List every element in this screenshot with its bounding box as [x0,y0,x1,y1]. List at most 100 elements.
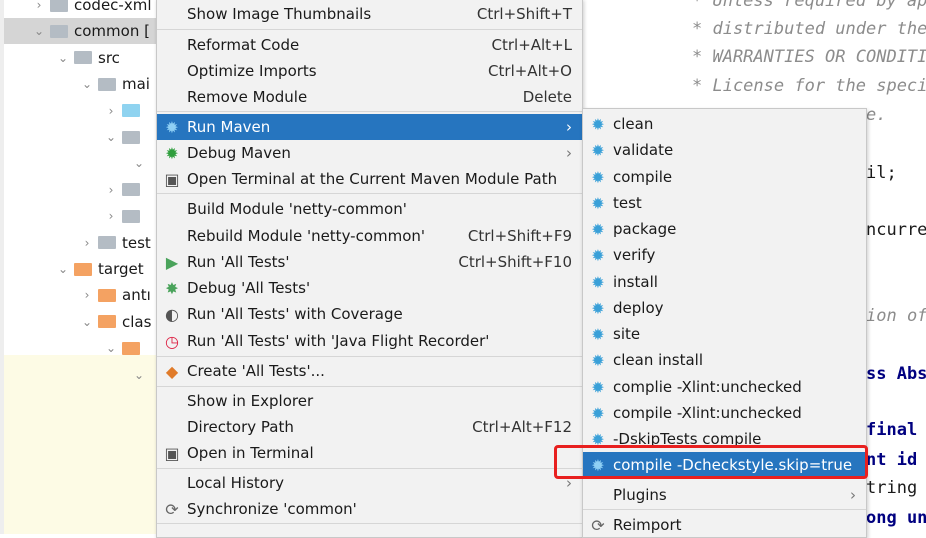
menu-item-label: Run 'All Tests' with 'Java Flight Record… [187,332,490,350]
folder-icon [98,77,116,91]
menu-item[interactable]: ✹ compile [583,164,866,190]
create-config-icon: ◆ [165,361,179,381]
code-line: * Unless required by app [692,0,926,11]
tree-item[interactable]: › test [4,230,164,256]
code-line: ss Abs [866,364,926,384]
menu-item[interactable]: ⟳ Reimport [583,512,866,538]
tree-item[interactable]: ⌄ [4,150,164,176]
menu-item[interactable]: Plugins › [583,482,866,508]
menu-separator [583,509,866,510]
chevron-right-icon: › [566,118,572,136]
tree-item[interactable]: › codec-xml [4,0,164,18]
folder-icon [98,236,116,250]
code-line: il; [866,163,897,183]
menu-item[interactable]: ⟳ Synchronize 'common' [157,496,582,522]
folder-icon [122,341,140,355]
menu-item[interactable]: ◷ Run 'All Tests' with 'Java Flight Recor… [157,328,582,354]
code-line: final [866,420,918,440]
chevron-down-icon[interactable]: ⌄ [80,77,94,91]
tree-item[interactable]: ⌄ [4,124,164,150]
chevron-down-icon[interactable]: ⌄ [56,262,70,276]
shortcut: Ctrl+Shift+T [476,5,572,23]
menu-item[interactable]: ✸ Debug 'All Tests' [157,275,582,301]
chevron-down-icon[interactable]: ⌄ [32,24,46,38]
menu-item-label: verify [613,246,656,264]
menu-item[interactable]: ✹ validate [583,137,866,163]
menu-item[interactable]: Show Image Thumbnails Ctrl+Shift+T [157,1,582,27]
menu-item[interactable]: ✹ site [583,321,866,347]
run-icon: ▶ [165,252,179,272]
debug-gear-icon: ✹ [165,143,179,163]
shortcut: Ctrl+Alt+L [491,36,573,54]
menu-item[interactable]: Build Module 'netty-common' [157,196,582,222]
chevron-down-icon[interactable]: ⌄ [80,315,94,329]
chevron-right-icon[interactable]: › [80,288,94,302]
menu-item[interactable]: ▶ Run 'All Tests' Ctrl+Shift+F10 [157,249,582,275]
menu-item[interactable]: ✹ complie -Xlint:unchecked [583,374,866,400]
menu-item-label: Debug Maven [187,144,291,162]
gear-icon: ✹ [591,114,605,134]
menu-item-label: site [613,325,641,343]
tree-item[interactable]: ⌄ [4,362,164,388]
tree-item[interactable]: › [4,177,164,203]
menu-item[interactable]: ✹ install [583,269,866,295]
menu-item[interactable]: Directory Path Ctrl+Alt+F12 [157,414,582,440]
project-tree: › codec-xml ⌄ common [⌄ src ⌄ mai › ⌄ ⌄ › › › test ⌄ ta… [0,0,164,534]
menu-item[interactable]: ✹ package [583,216,866,242]
chevron-right-icon[interactable]: › [104,183,118,197]
menu-item[interactable]: ◆ Create 'All Tests'... [157,358,582,384]
folder-icon [74,51,92,65]
chevron-right-icon[interactable]: › [104,209,118,223]
menu-item[interactable]: ✹ verify [583,242,866,268]
gear-icon: ✹ [591,298,605,318]
menu-item[interactable]: Remove Module Delete [157,84,582,110]
menu-item[interactable]: ✹ compile -Xlint:unchecked [583,400,866,426]
sync-icon: ⟳ [165,499,179,519]
folder-icon [98,315,116,329]
menu-item[interactable]: Show in Explorer [157,388,582,414]
menu-item-label: Reformat Code [187,36,300,54]
chevron-down-icon[interactable]: ⌄ [132,156,146,170]
chevron-down-icon[interactable]: ⌄ [56,51,70,65]
tree-item[interactable]: ⌄ clas [4,309,164,335]
menu-item[interactable]: ▣ Open Terminal at the Current Maven Modu… [157,166,582,192]
chevron-right-icon[interactable]: › [104,104,118,118]
menu-item[interactable]: ✹ Run Maven › [157,114,582,140]
menu-item-label: Run 'All Tests' [187,253,290,271]
menu-item[interactable]: Reformat Code Ctrl+Alt+L [157,32,582,58]
chevron-down-icon[interactable]: ⌄ [104,130,118,144]
chevron-down-icon[interactable]: ⌄ [104,341,118,355]
chevron-right-icon[interactable]: › [80,236,94,250]
chevron-right-icon[interactable]: › [32,0,46,12]
tree-item[interactable]: ⌄ mai [4,71,164,97]
tree-item[interactable]: ⌄ target [4,256,164,282]
menu-item-label: package [613,220,677,238]
tree-item-label: src [98,48,120,67]
menu-item[interactable]: ✹ clean [583,111,866,137]
menu-item[interactable]: ✹ clean install [583,347,866,373]
menu-separator [157,111,582,112]
chevron-right-icon: › [566,144,572,162]
tree-item[interactable]: › [4,98,164,124]
folder-icon [98,288,116,302]
menu-item[interactable]: Local History › [157,470,582,496]
tree-item[interactable]: ⌄ common [ [4,18,164,45]
context-menu: Show Image Thumbnails Ctrl+Shift+T Reforma… [156,0,583,538]
tree-item[interactable]: › [4,203,164,229]
tree-item[interactable]: ⌄ [4,335,164,361]
menu-item[interactable]: ◐ Run 'All Tests' with Coverage [157,301,582,327]
menu-item[interactable]: ▣ Open in Terminal [157,440,582,466]
menu-item[interactable]: Optimize Imports Ctrl+Alt+O [157,58,582,84]
folder-icon [122,209,140,223]
chevron-down-icon[interactable]: ⌄ [132,368,146,382]
menu-item[interactable]: ✹ deploy [583,295,866,321]
menu-item-label: Create 'All Tests'... [187,362,325,380]
tree-item[interactable]: ⌄ src [4,45,164,71]
menu-item-label: Build Module 'netty-common' [187,200,407,218]
folder-icon [50,0,68,12]
menu-item[interactable]: Rebuild Module 'netty-common' Ctrl+Shift+… [157,223,582,249]
menu-item[interactable]: ✹ Debug Maven › [157,140,582,166]
menu-item[interactable]: ✹ test [583,190,866,216]
code-line: * License for the speci [692,76,926,96]
tree-item[interactable]: › antı [4,282,164,308]
